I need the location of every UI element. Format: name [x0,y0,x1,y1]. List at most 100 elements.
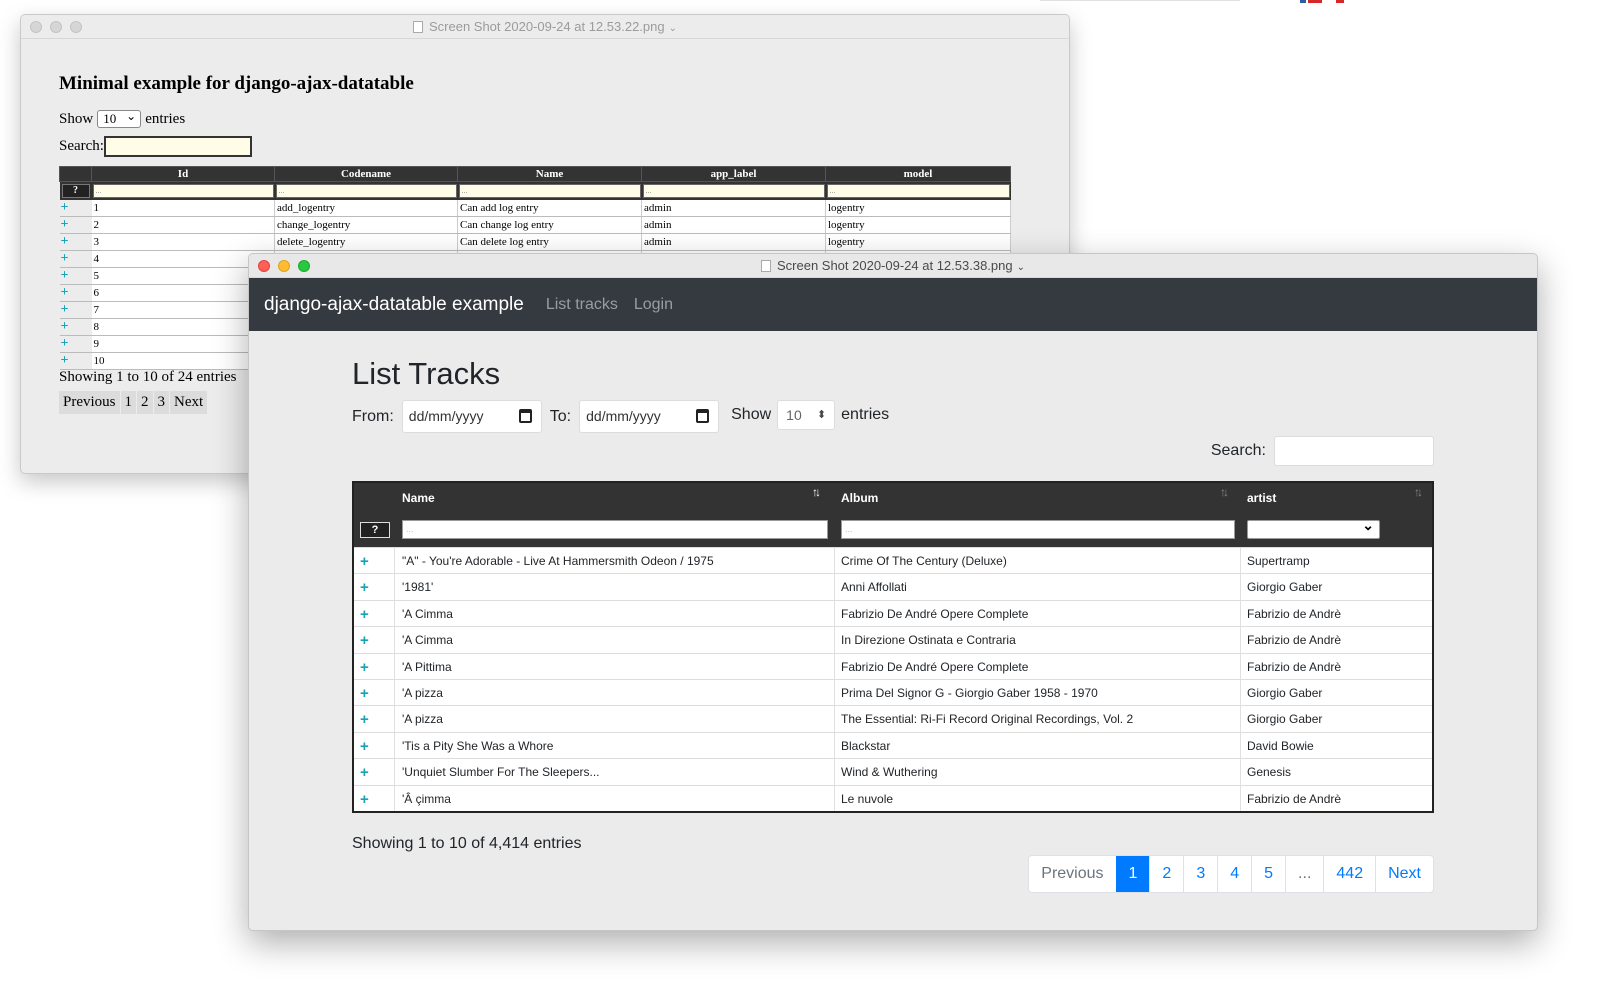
zoom-icon[interactable] [298,260,310,272]
filter-input-name[interactable]: ... [402,520,828,539]
expand-row-icon[interactable]: + [59,199,92,217]
expand-row-icon[interactable]: + [360,606,369,623]
expand-row-icon[interactable]: + [360,579,369,596]
table-row[interactable]: + '1981' Anni Affollati Giorgio Gaber [354,573,1432,600]
expand-row-icon[interactable]: + [59,216,92,234]
table-row[interactable]: + 'A Cimma In Direzione Ostinata e Contrar… [354,626,1432,653]
expand-row-icon[interactable]: + [59,284,92,302]
chevron-down-icon[interactable]: ⌄ [1017,262,1025,273]
table-row[interactable]: + 'Tis a Pity She Was a Whore Blackstar Dav… [354,731,1432,759]
search-input[interactable] [1274,436,1434,466]
column-header-name[interactable]: Name [402,491,435,505]
table-row[interactable]: + 'A pizza Prima Del Signor G - Giorgio Ga… [354,678,1432,706]
column-divider [834,759,835,785]
table-cell: 2 [91,216,275,234]
length-select[interactable]: 10 [777,400,836,430]
pagination-page[interactable]: 4 [1217,856,1251,892]
filter-input-codename[interactable]: ... [275,183,457,198]
column-header-app-label[interactable]: app_label [641,166,826,182]
table-cell: Giorgio Gaber [1247,580,1323,595]
column-header-album[interactable]: Album [841,491,878,505]
show-label: Show [59,110,94,127]
filter-input-album[interactable]: ... [841,520,1235,539]
search-input[interactable] [103,136,252,157]
expand-row-icon[interactable]: + [360,553,369,570]
pagination-page[interactable]: 2 [137,391,154,414]
column-header-model[interactable]: model [825,166,1011,182]
column-divider [394,627,395,653]
sort-asc-icon[interactable]: ↑↓ [812,485,821,499]
expand-row-icon[interactable]: + [360,659,369,676]
table-cell: 'A Pittima [402,659,452,674]
table-row[interactable]: + 'A Pittima Fabrizio De André Opere Compl… [354,652,1432,679]
pagination-page-active[interactable]: 1 [1115,856,1150,892]
minimize-icon[interactable] [50,21,62,33]
expand-row-icon[interactable]: + [59,301,92,319]
nav-link-login[interactable]: Login [634,296,673,314]
zoom-icon[interactable] [70,21,82,33]
window-titlebar[interactable]: Screen Shot 2020-09-24 at 12.53.22.png ⌄ [21,15,1069,39]
column-header-codename[interactable]: Codename [274,166,458,182]
expand-row-icon[interactable]: + [59,318,92,336]
chevron-down-icon[interactable]: ⌄ [669,23,677,34]
minimize-icon[interactable] [278,260,290,272]
length-select[interactable]: 10 [97,108,142,128]
pagination-next[interactable]: Next [170,391,209,414]
navbar-brand[interactable]: django-ajax-datatable example [264,294,524,316]
pagination-previous[interactable]: Previous [59,391,121,414]
pagination: Previous 1 2 3 4 5 ... 442 Next [1028,855,1434,893]
filter-select-artist[interactable] [1247,517,1380,539]
column-divider [394,600,395,627]
pagination-page[interactable]: 5 [1251,856,1285,892]
expand-row-icon[interactable]: + [360,711,369,728]
pagination-page[interactable]: 442 [1323,856,1375,892]
expand-row-icon[interactable]: + [360,685,369,702]
pagination-page[interactable]: 2 [1149,856,1183,892]
table-row[interactable]: + "A" - You're Adorable - Live At Hammers… [354,547,1432,574]
table-cell: 1 [91,199,275,217]
filter-input-name[interactable]: ... [458,183,641,198]
filter-input-app-label[interactable]: ... [642,183,825,198]
column-divider [394,785,395,811]
column-divider [394,679,395,706]
calendar-icon[interactable] [518,409,532,423]
sort-icon[interactable]: ↑↓ [1414,485,1423,499]
table-cell: logentry [825,233,1011,251]
column-header-name[interactable]: Name [457,166,642,182]
table-row[interactable]: + 'Unquiet Slumber For The Sleepers... Win… [354,758,1432,785]
date-to-input[interactable]: dd/mm/yyyy [579,400,720,433]
table-row[interactable]: + 'A Cimma Fabrizio De André Opere Complet… [354,599,1432,627]
table-row[interactable]: + 'Â çimma Le nuvole Fabrizio de Andrè [354,784,1432,811]
sort-icon[interactable]: ↑↓ [1220,485,1229,499]
filter-input-model[interactable]: ... [826,183,1010,198]
pagination-page[interactable]: 3 [153,391,170,414]
expand-row-icon[interactable]: + [360,791,369,808]
nav-link-list-tracks[interactable]: List tracks [546,296,618,314]
window-front[interactable]: Screen Shot 2020-09-24 at 12.53.38.png ⌄ … [248,253,1538,931]
help-button[interactable]: ? [61,183,90,198]
pagination-page[interactable]: 3 [1183,856,1217,892]
expand-row-icon[interactable]: + [59,335,92,353]
expand-row-icon[interactable]: + [360,632,369,649]
pagination-previous[interactable]: Previous [1029,856,1115,892]
pagination-next[interactable]: Next [1375,856,1433,892]
expand-row-icon[interactable]: + [360,738,369,755]
help-button[interactable]: ? [360,522,390,538]
table-row[interactable]: + 'A pizza The Essential: Ri-Fi Record Ori… [354,705,1432,732]
expand-row-icon[interactable]: + [360,764,369,781]
pagination-page[interactable]: 1 [120,391,137,414]
expand-row-icon[interactable]: + [59,352,92,370]
window-titlebar[interactable]: Screen Shot 2020-09-24 at 12.53.38.png ⌄ [249,254,1537,278]
close-icon[interactable] [258,260,270,272]
expand-row-icon[interactable]: + [59,233,92,251]
expand-row-icon[interactable]: + [59,267,92,285]
close-icon[interactable] [30,21,42,33]
column-divider [1240,759,1241,785]
column-header-artist[interactable]: artist [1247,491,1276,505]
column-header-id[interactable]: Id [91,166,275,182]
calendar-icon[interactable] [696,409,710,423]
expand-row-icon[interactable]: + [59,250,92,268]
filter-input-id[interactable]: ... [92,183,274,198]
date-from-input[interactable]: dd/mm/yyyy [401,400,542,433]
background-flags [1300,0,1360,3]
